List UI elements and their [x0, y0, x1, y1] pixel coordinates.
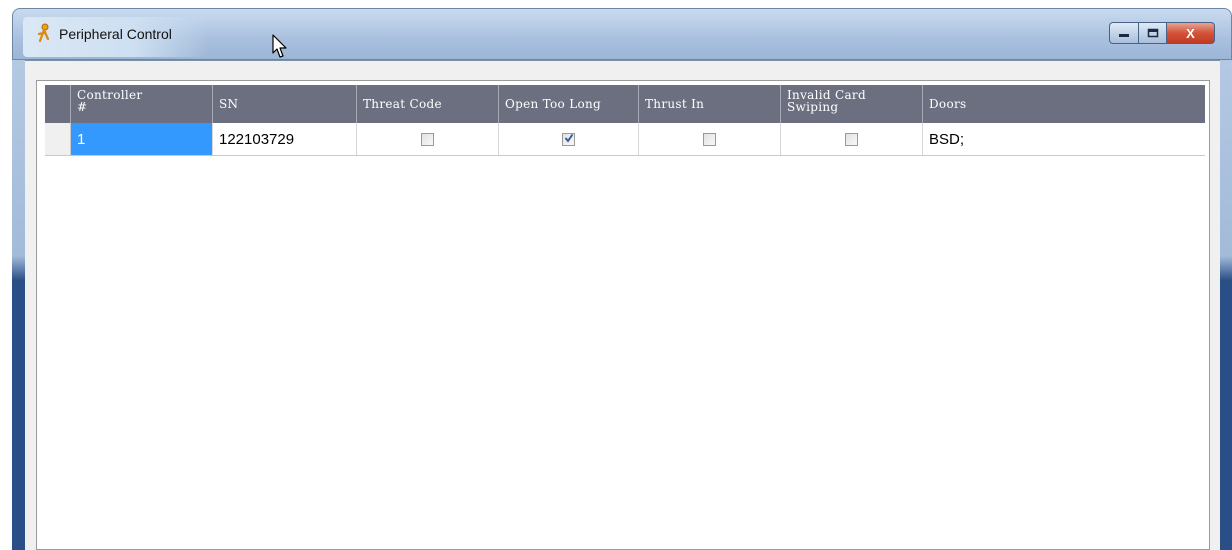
column-header-doors[interactable]: Doors: [923, 85, 1205, 123]
peripheral-control-window: Peripheral Control X Controller # SN Thr…: [0, 0, 1232, 550]
column-header-thrust-in[interactable]: Thrust In: [639, 85, 781, 123]
cell-sn[interactable]: 122103729: [213, 123, 357, 155]
key-person-icon: [35, 23, 51, 43]
cell-controller[interactable]: 1: [71, 123, 213, 155]
maximize-icon: [1147, 26, 1159, 41]
open-too-long-checkbox[interactable]: [562, 132, 575, 146]
column-header-open-too-long[interactable]: Open Too Long: [499, 85, 639, 123]
thrust-in-checkbox[interactable]: [703, 132, 716, 146]
column-header-sn[interactable]: SN: [213, 85, 357, 123]
window-title: Peripheral Control: [59, 26, 172, 42]
invalid-card-swiping-checkbox[interactable]: [845, 132, 858, 146]
cell-open-too-long[interactable]: [499, 123, 639, 155]
close-icon: X: [1186, 25, 1195, 41]
window-frame-right: [1220, 60, 1232, 550]
row-header[interactable]: [45, 123, 71, 155]
maximize-button[interactable]: [1139, 22, 1167, 44]
window-frame-left: [12, 60, 25, 550]
table-row[interactable]: 1 122103729 BSD;: [45, 123, 1205, 156]
window-controls: X: [1109, 22, 1215, 44]
cell-threat-code[interactable]: [357, 123, 499, 155]
threat-code-checkbox[interactable]: [421, 132, 434, 146]
minimize-icon: [1118, 26, 1130, 41]
peripheral-grid[interactable]: Controller # SN Threat Code Open Too Lon…: [36, 80, 1210, 550]
checkmark-icon: [564, 133, 574, 146]
row-header-corner[interactable]: [45, 85, 71, 123]
column-header-controller[interactable]: Controller #: [71, 85, 213, 123]
cell-doors[interactable]: BSD;: [923, 123, 1205, 155]
cell-thrust-in[interactable]: [639, 123, 781, 155]
minimize-button[interactable]: [1109, 22, 1139, 44]
column-header-invalid-card-swiping[interactable]: Invalid Card Swiping: [781, 85, 923, 123]
close-button[interactable]: X: [1167, 22, 1215, 44]
mouse-pointer-icon: [272, 34, 288, 60]
title-bar[interactable]: Peripheral Control X: [12, 8, 1232, 60]
cell-invalid-card-swiping[interactable]: [781, 123, 923, 155]
column-header-threat-code[interactable]: Threat Code: [357, 85, 499, 123]
grid-header: Controller # SN Threat Code Open Too Lon…: [45, 85, 1205, 123]
